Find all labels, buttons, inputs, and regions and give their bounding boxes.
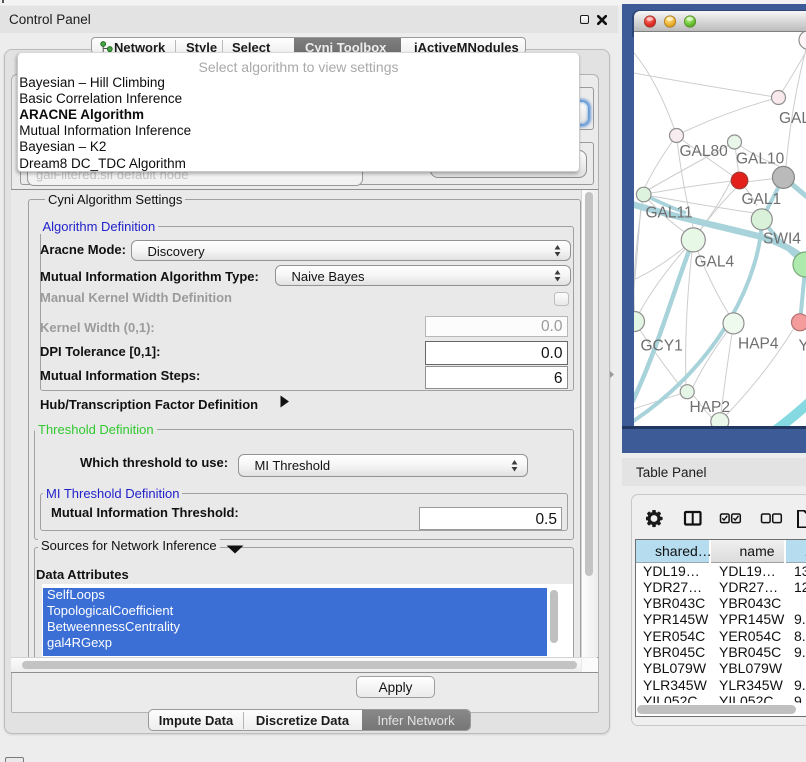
svg-text:GAL4: GAL4 — [694, 253, 734, 270]
svg-text:GAL11: GAL11 — [645, 204, 692, 221]
svg-text:HAP4: HAP4 — [738, 335, 779, 352]
svg-text:GAL10: GAL10 — [736, 150, 785, 167]
svg-text:GCY1: GCY1 — [640, 337, 682, 354]
svg-text:GAL80: GAL80 — [679, 143, 728, 160]
svg-text:GAL1: GAL1 — [741, 191, 781, 208]
svg-text:YM: YM — [798, 337, 806, 354]
svg-text:GAL2: GAL2 — [779, 110, 806, 127]
svg-text:SWI4: SWI4 — [763, 230, 801, 247]
svg-text:HAP2: HAP2 — [689, 399, 730, 416]
